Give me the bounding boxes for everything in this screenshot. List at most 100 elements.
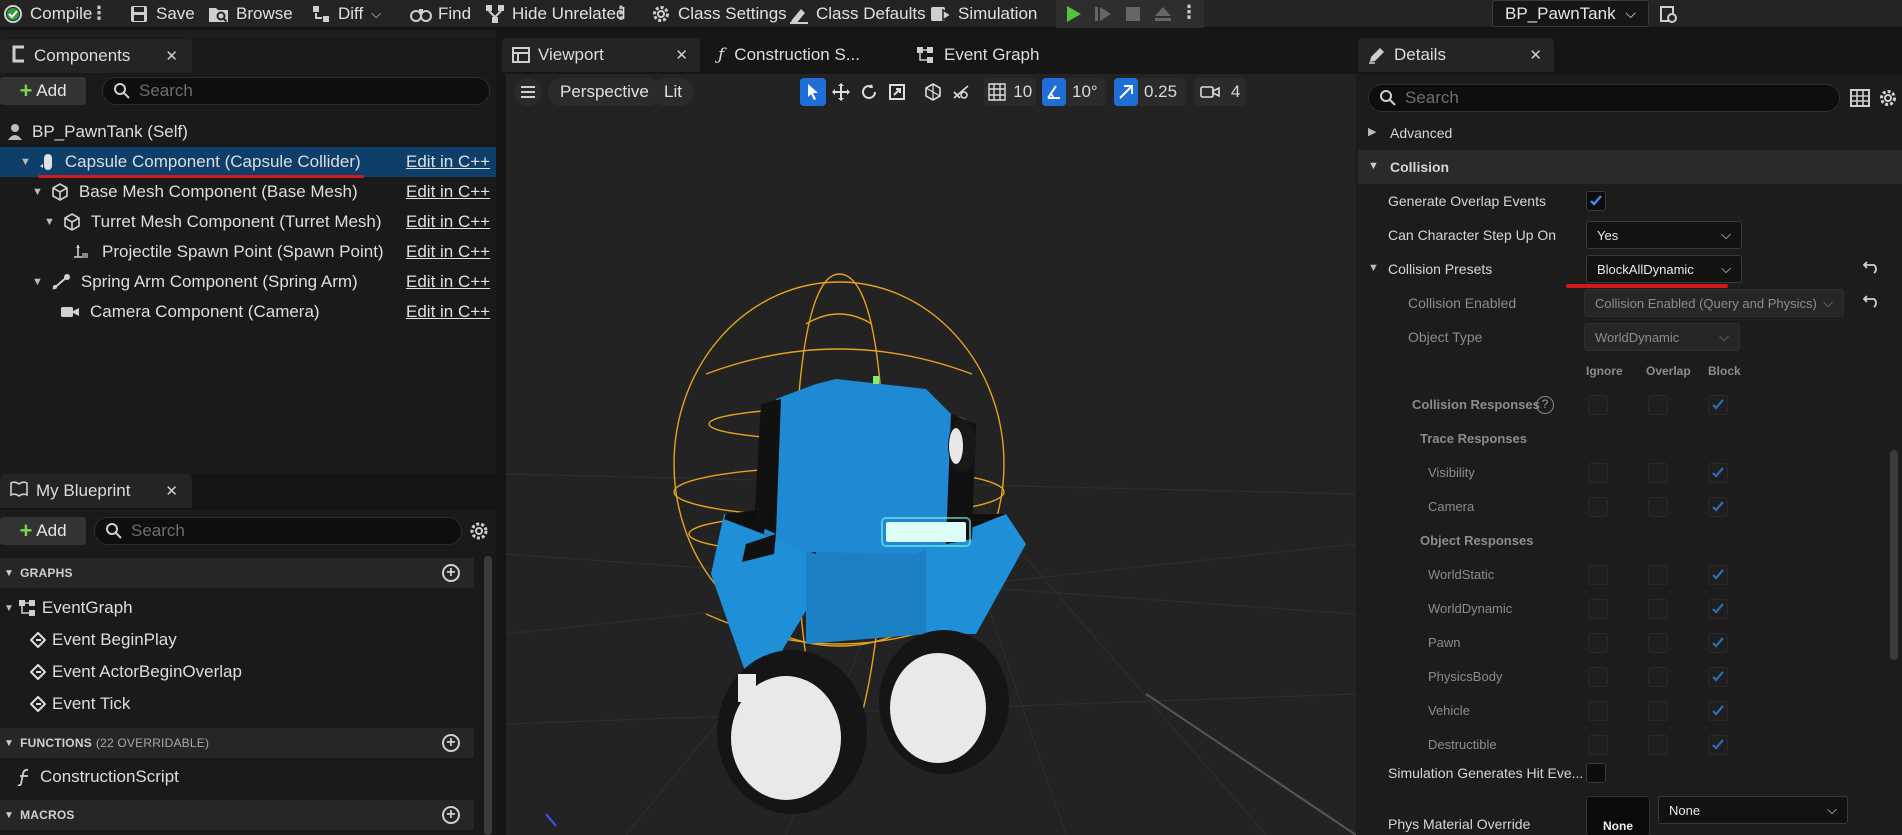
browse-button[interactable]: Browse	[208, 0, 293, 28]
close-icon[interactable]: ✕	[165, 482, 178, 500]
collision-category-header[interactable]: ▼ Collision	[1358, 150, 1902, 184]
viewport-canvas[interactable]: Perspective Lit 10 10° 0.25 4	[506, 74, 1356, 835]
grid-snap-toggle[interactable]: 10	[984, 78, 1036, 106]
simulation-button[interactable]: Simulation	[930, 0, 1037, 28]
overlap-checkbox[interactable]	[1648, 701, 1668, 721]
lit-button[interactable]: Lit	[652, 78, 694, 106]
component-row-spring-arm[interactable]: ▼ Spring Arm Component (Spring Arm) Edit…	[0, 267, 490, 297]
debug-filter-icon[interactable]	[1658, 4, 1678, 29]
play-icon[interactable]	[1056, 0, 1090, 28]
details-search-input[interactable]	[1368, 84, 1840, 112]
event-item-beginplay[interactable]: Event BeginPlay	[0, 625, 177, 655]
block-checkbox[interactable]	[1708, 497, 1728, 517]
camera-speed-button[interactable]: 4	[1194, 78, 1246, 106]
scale-icon[interactable]	[884, 78, 910, 106]
step-forward-icon[interactable]	[1086, 0, 1120, 28]
advanced-row[interactable]: ▶ Advanced	[1358, 116, 1902, 150]
compile-button[interactable]: Compile	[2, 0, 92, 28]
block-checkbox[interactable]	[1708, 701, 1728, 721]
functions-section-header[interactable]: ▼ FUNCTIONS (22 OVERRIDABLE) +	[0, 728, 474, 758]
step-up-dropdown[interactable]: Yes ⌵	[1586, 221, 1742, 249]
ignore-checkbox[interactable]	[1588, 735, 1608, 755]
edit-in-cpp-link[interactable]: Edit in C++	[406, 212, 490, 232]
edit-in-cpp-link[interactable]: Edit in C++	[406, 302, 490, 322]
block-checkbox[interactable]	[1708, 565, 1728, 585]
ignore-checkbox[interactable]	[1588, 463, 1608, 483]
graph-item-eventgraph[interactable]: ▼ EventGraph	[0, 593, 133, 623]
details-scrollbar[interactable]	[1890, 450, 1898, 660]
tab-construction-script[interactable]: ƒ Construction S...	[708, 38, 908, 72]
world-local-icon[interactable]	[920, 78, 946, 106]
sim-hit-events-checkbox[interactable]	[1586, 763, 1606, 783]
phys-material-dropdown[interactable]: None ⌵	[1658, 796, 1848, 824]
edit-in-cpp-link[interactable]: Edit in C++	[406, 242, 490, 262]
graphs-section-header[interactable]: ▼ GRAPHS +	[0, 558, 474, 588]
debug-object-dropdown[interactable]: BP_PawnTank ⌵	[1492, 0, 1649, 27]
hide-unrelated-options-icon[interactable]: ⋮	[612, 3, 630, 24]
event-item-actorbeginoverlap[interactable]: Event ActorBeginOverlap	[0, 657, 242, 687]
tab-components[interactable]: Components ✕	[0, 39, 192, 73]
overlap-checkbox[interactable]	[1648, 497, 1668, 517]
class-defaults-button[interactable]: Class Defaults	[788, 0, 926, 28]
component-root-self[interactable]: BP_PawnTank (Self)	[6, 117, 188, 147]
compile-options-icon[interactable]: ⋮	[90, 3, 108, 24]
edit-in-cpp-link[interactable]: Edit in C++	[406, 182, 490, 202]
select-mode-icon[interactable]	[800, 78, 826, 106]
collision-presets-dropdown[interactable]: BlockAllDynamic ⌵	[1586, 255, 1742, 283]
component-row-spawn-point[interactable]: Projectile Spawn Point (Spawn Point) Edi…	[0, 237, 490, 267]
rotate-icon[interactable]	[856, 78, 882, 106]
close-icon[interactable]: ✕	[1529, 46, 1542, 64]
help-icon[interactable]: ?	[1536, 396, 1554, 414]
close-icon[interactable]: ✕	[165, 47, 178, 65]
components-search-input[interactable]	[102, 77, 490, 105]
collision-enabled-dropdown[interactable]: Collision Enabled (Query and Physics) ⌵	[1584, 289, 1844, 317]
play-options-icon[interactable]: ⋮	[1180, 2, 1198, 23]
responses-ignore-checkbox[interactable]	[1588, 395, 1608, 415]
viewport-menu-icon[interactable]	[514, 78, 542, 106]
block-checkbox[interactable]	[1708, 599, 1728, 619]
scale-snap-toggle[interactable]: 0.25	[1114, 78, 1186, 106]
save-button[interactable]: Save	[128, 0, 195, 28]
block-checkbox[interactable]	[1708, 463, 1728, 483]
overlap-checkbox[interactable]	[1648, 599, 1668, 619]
perspective-button[interactable]: Perspective	[548, 78, 661, 106]
ignore-checkbox[interactable]	[1588, 701, 1608, 721]
component-row-camera[interactable]: Camera Component (Camera) Edit in C++	[0, 297, 490, 327]
tab-viewport[interactable]: Viewport ✕	[502, 38, 700, 72]
add-graph-icon[interactable]: +	[442, 564, 460, 582]
event-item-tick[interactable]: Event Tick	[0, 689, 130, 719]
ignore-checkbox[interactable]	[1588, 667, 1608, 687]
property-matrix-icon[interactable]	[1850, 88, 1870, 113]
tab-details[interactable]: Details ✕	[1358, 38, 1554, 72]
tab-my-blueprint[interactable]: My Blueprint ✕	[0, 474, 192, 508]
my-blueprint-search-field[interactable]	[131, 521, 416, 541]
function-item-constructionscript[interactable]: ConstructionScript	[0, 762, 179, 792]
components-search-field[interactable]	[139, 81, 440, 101]
add-macro-icon[interactable]: +	[442, 806, 460, 824]
hide-unrelated-button[interactable]: Hide Unrelated	[484, 0, 625, 28]
my-blueprint-scrollbar[interactable]	[484, 556, 492, 835]
diff-button[interactable]: Diff ⌵	[310, 0, 381, 28]
component-row-turret-mesh[interactable]: ▼ Turret Mesh Component (Turret Mesh) Ed…	[0, 207, 490, 237]
ignore-checkbox[interactable]	[1588, 599, 1608, 619]
my-blueprint-search-input[interactable]	[94, 517, 462, 545]
edit-in-cpp-link[interactable]: Edit in C++	[406, 152, 490, 172]
overlap-checkbox[interactable]	[1648, 735, 1668, 755]
add-component-button[interactable]: + Add	[0, 77, 86, 105]
overlap-checkbox[interactable]	[1648, 463, 1668, 483]
close-icon[interactable]: ✕	[675, 46, 688, 64]
overlap-checkbox[interactable]	[1648, 633, 1668, 653]
reset-to-default-icon[interactable]	[1860, 294, 1878, 312]
macros-section-header[interactable]: ▼ MACROS +	[0, 800, 474, 830]
responses-overlap-checkbox[interactable]	[1648, 395, 1668, 415]
reset-to-default-icon[interactable]	[1860, 260, 1878, 278]
add-blueprint-member-button[interactable]: + Add	[0, 517, 86, 545]
block-checkbox[interactable]	[1708, 667, 1728, 687]
ignore-checkbox[interactable]	[1588, 633, 1608, 653]
add-function-icon[interactable]: +	[442, 734, 460, 752]
block-checkbox[interactable]	[1708, 633, 1728, 653]
ignore-checkbox[interactable]	[1588, 565, 1608, 585]
rotation-snap-toggle[interactable]: 10°	[1042, 78, 1106, 106]
class-settings-button[interactable]: Class Settings	[650, 0, 787, 28]
edit-in-cpp-link[interactable]: Edit in C++	[406, 272, 490, 292]
